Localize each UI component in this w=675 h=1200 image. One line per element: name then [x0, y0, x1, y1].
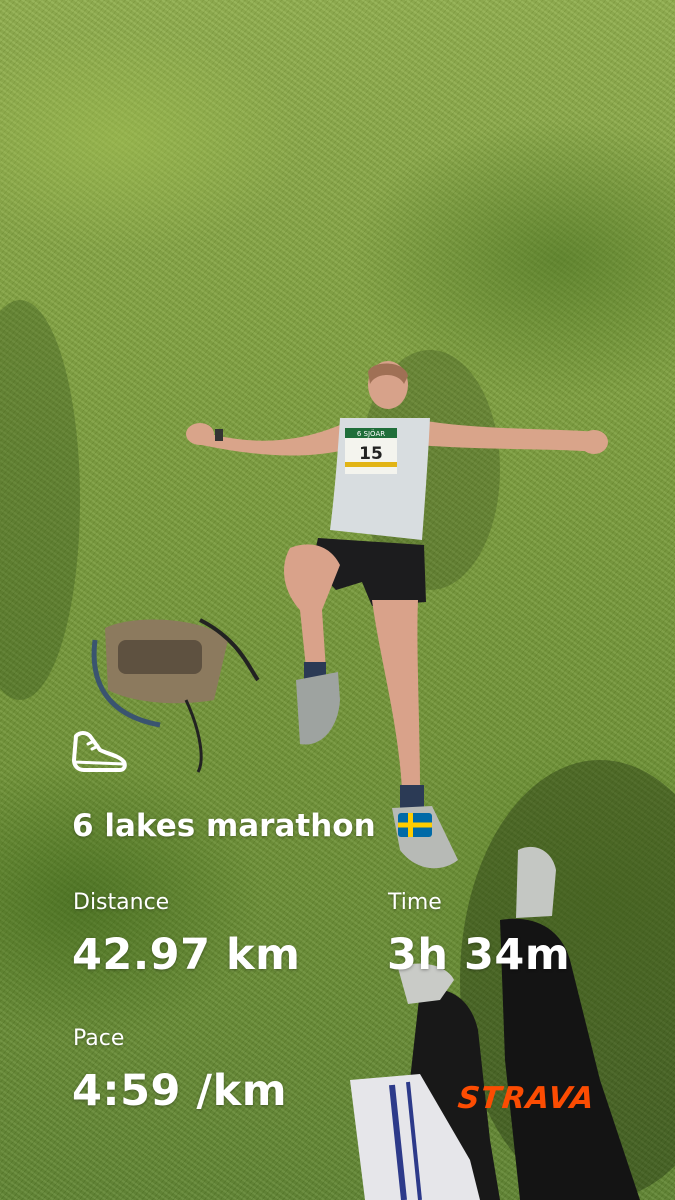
activity-title-text: 6 lakes marathon [72, 808, 376, 844]
distance-label: Distance [73, 890, 170, 915]
time-value: 3h 34m [387, 930, 571, 980]
running-shoe-icon [72, 731, 127, 772]
distance-value: 42.97 km [72, 930, 301, 980]
bib-header: 6 SJÖAR [357, 429, 385, 438]
activity-title: 6 lakes marathon [72, 808, 433, 844]
pace-label: Pace [73, 1026, 125, 1051]
pace-value: 4:59 /km [72, 1066, 288, 1116]
sweden-flag-icon [398, 812, 433, 837]
bib-number: 15 [359, 444, 383, 464]
background-photo: 6 SJÖAR 15 [0, 300, 675, 1200]
strava-logo: STRAVA [456, 1081, 597, 1116]
story-canvas: 6 SJÖAR 15 6 lakes marathon Distance 42.… [0, 0, 675, 1200]
time-label: Time [388, 890, 442, 915]
